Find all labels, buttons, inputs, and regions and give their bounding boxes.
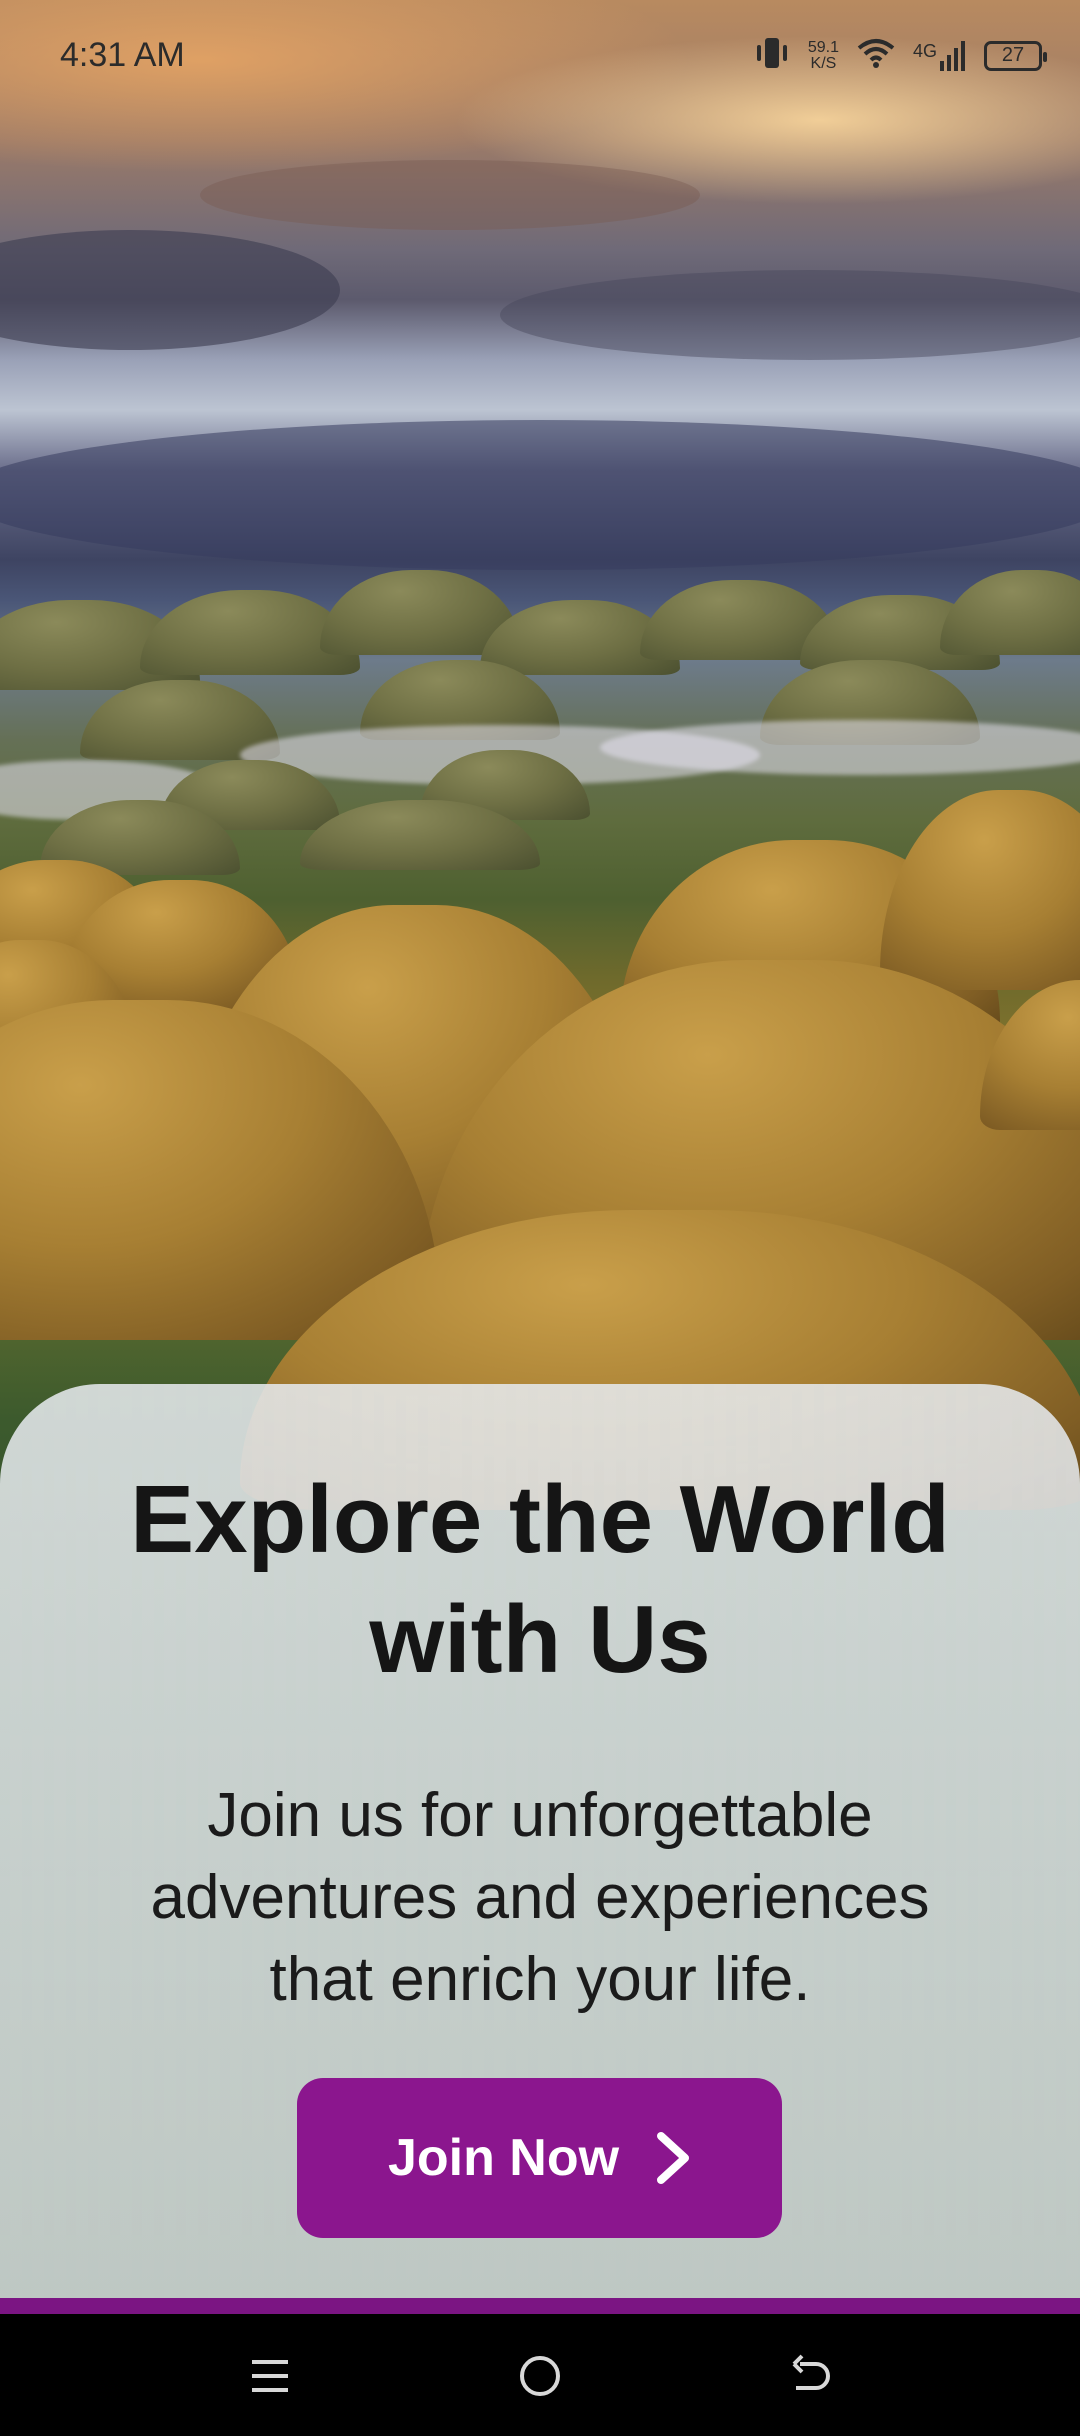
battery-icon: 27: [984, 40, 1047, 71]
join-now-label: Join Now: [387, 2129, 620, 2187]
home-icon[interactable]: [510, 2346, 570, 2406]
wifi-icon: [857, 38, 895, 73]
network-speed: 59.1 K/S: [807, 38, 839, 72]
battery-level: 27: [1001, 44, 1025, 66]
status-icons: 59.1 K/S 4G 27: [754, 36, 1047, 75]
system-navigation-bar: [0, 2314, 1080, 2436]
back-icon[interactable]: [780, 2346, 840, 2406]
vibrate-icon: [754, 36, 790, 75]
status-bar: 4:31 AM 59.1 K/S 4G 27: [0, 0, 1080, 110]
page-title: Explore the World with Us: [130, 1466, 950, 1693]
clock: 4:31 AM: [60, 36, 185, 74]
page-subtitle: Join us for unforgettable adventures and…: [150, 1781, 930, 2014]
join-now-button[interactable]: Join Now: [297, 2078, 782, 2238]
menu-icon[interactable]: [240, 2346, 300, 2406]
cellular-signal-icon: 4G: [913, 40, 966, 71]
bottom-accent-bar: [0, 2298, 1080, 2314]
chevron-right-icon: [655, 2132, 691, 2184]
